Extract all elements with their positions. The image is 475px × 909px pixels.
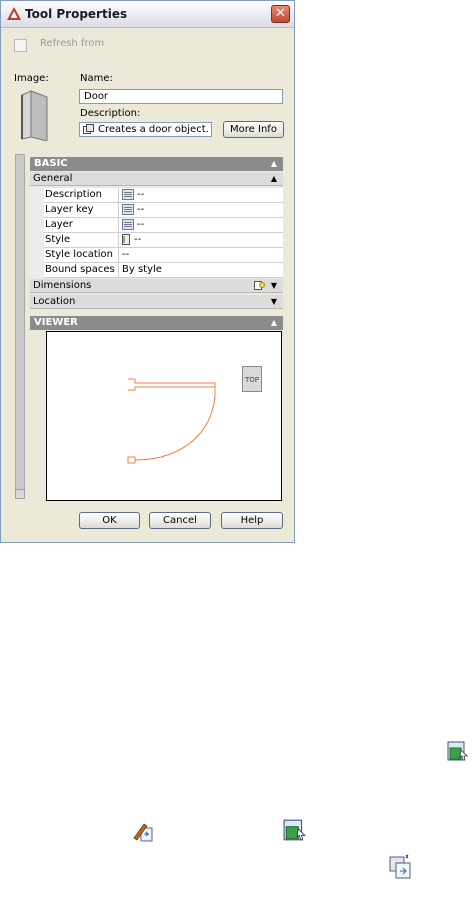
viewer-canvas[interactable]: TOP [46, 331, 282, 501]
row-gutter [30, 263, 44, 278]
description-field[interactable]: Creates a door object. [79, 122, 212, 137]
property-value[interactable]: -- [122, 248, 129, 262]
image-label: Image: [14, 73, 49, 84]
tool-properties-dialog: Tool Properties ✕ Refresh from Image: Na… [0, 0, 295, 543]
property-row-style-location[interactable]: Style location -- [30, 248, 283, 263]
dimensions-header-label: Dimensions [33, 280, 92, 291]
door-style-icon [122, 233, 130, 245]
ok-button[interactable]: OK [79, 512, 140, 529]
collapse-basic-icon[interactable]: ▲ [271, 157, 277, 171]
property-value[interactable]: -- [122, 188, 144, 202]
general-header-label: General [33, 173, 73, 184]
property-row-layer-overrides[interactable]: Layer overrides -- [30, 218, 283, 244]
door-preview-icon [21, 90, 48, 141]
row-gutter [30, 248, 44, 263]
description-value: Creates a door object. [98, 124, 209, 135]
view-cube-top[interactable]: TOP [242, 366, 262, 392]
row-gutter [30, 203, 44, 218]
property-value-text: -- [137, 204, 145, 215]
list-icon [122, 218, 134, 230]
row-gutter [30, 233, 44, 248]
tool-palette-icon[interactable] [447, 740, 469, 762]
description-label: Description: [80, 108, 141, 119]
viewer-section-header[interactable]: VIEWER ▲ [30, 316, 283, 330]
door-plan-drawing [127, 378, 216, 464]
property-row-description[interactable]: Description -- [30, 188, 283, 203]
properties-icon [83, 124, 94, 134]
basic-section-header[interactable]: BASIC ▲ [30, 157, 283, 171]
lightbulb-icon[interactable] [254, 281, 265, 291]
autocad-logo-icon [7, 7, 21, 20]
close-button[interactable]: ✕ [271, 5, 290, 23]
dimensions-category-header[interactable]: Dimensions ▼ [30, 279, 283, 293]
list-icon [122, 188, 134, 200]
collapse-general-icon[interactable]: ▲ [271, 172, 277, 186]
general-category-header[interactable]: General ▲ [30, 172, 283, 186]
property-name: Layer key [45, 203, 119, 217]
row-gutter [30, 188, 44, 203]
property-value[interactable]: By style [122, 263, 162, 277]
name-field[interactable]: Door [79, 89, 283, 104]
property-value[interactable]: -- [122, 218, 144, 232]
row-gutter [30, 218, 44, 233]
expand-location-icon[interactable]: ▼ [271, 295, 277, 309]
expand-dimensions-icon[interactable]: ▼ [271, 279, 277, 293]
property-value-text: -- [137, 219, 145, 230]
property-name: Description [45, 188, 119, 202]
property-row-layer-key[interactable]: Layer key -- [30, 203, 283, 218]
collapse-viewer-icon[interactable]: ▲ [271, 316, 277, 330]
palette-scroll-rail[interactable] [15, 154, 25, 499]
location-header-label: Location [33, 296, 76, 307]
viewer-header-label: VIEWER [34, 317, 78, 328]
style-manager-icon[interactable] [388, 854, 414, 880]
property-row-bound-spaces[interactable]: Bound spaces By style [30, 263, 283, 278]
refresh-checkbox[interactable] [14, 39, 27, 52]
list-icon [122, 203, 134, 215]
title-bar[interactable]: Tool Properties ✕ [1, 1, 294, 28]
edit-style-icon[interactable] [132, 820, 154, 842]
location-category-header[interactable]: Location ▼ [30, 295, 283, 309]
property-value[interactable]: -- [122, 233, 141, 247]
help-button[interactable]: Help [221, 512, 283, 529]
cancel-button[interactable]: Cancel [149, 512, 211, 529]
name-label: Name: [80, 73, 113, 84]
property-name: Style location [45, 248, 119, 262]
scroll-thumb[interactable] [15, 489, 25, 499]
basic-header-label: BASIC [34, 158, 68, 169]
property-value-text: -- [134, 234, 142, 245]
property-name: Style [45, 233, 119, 247]
property-name: Layer overrides [45, 218, 119, 244]
property-value[interactable]: -- [122, 203, 144, 217]
more-info-button[interactable]: More Info [223, 121, 284, 138]
property-value-text: -- [137, 189, 145, 200]
property-row-style[interactable]: Style -- [30, 233, 283, 248]
refresh-label: Refresh from [40, 38, 105, 49]
property-name: Bound spaces [45, 263, 119, 277]
window-title: Tool Properties [25, 7, 128, 21]
tool-palette-icon[interactable] [283, 818, 307, 842]
